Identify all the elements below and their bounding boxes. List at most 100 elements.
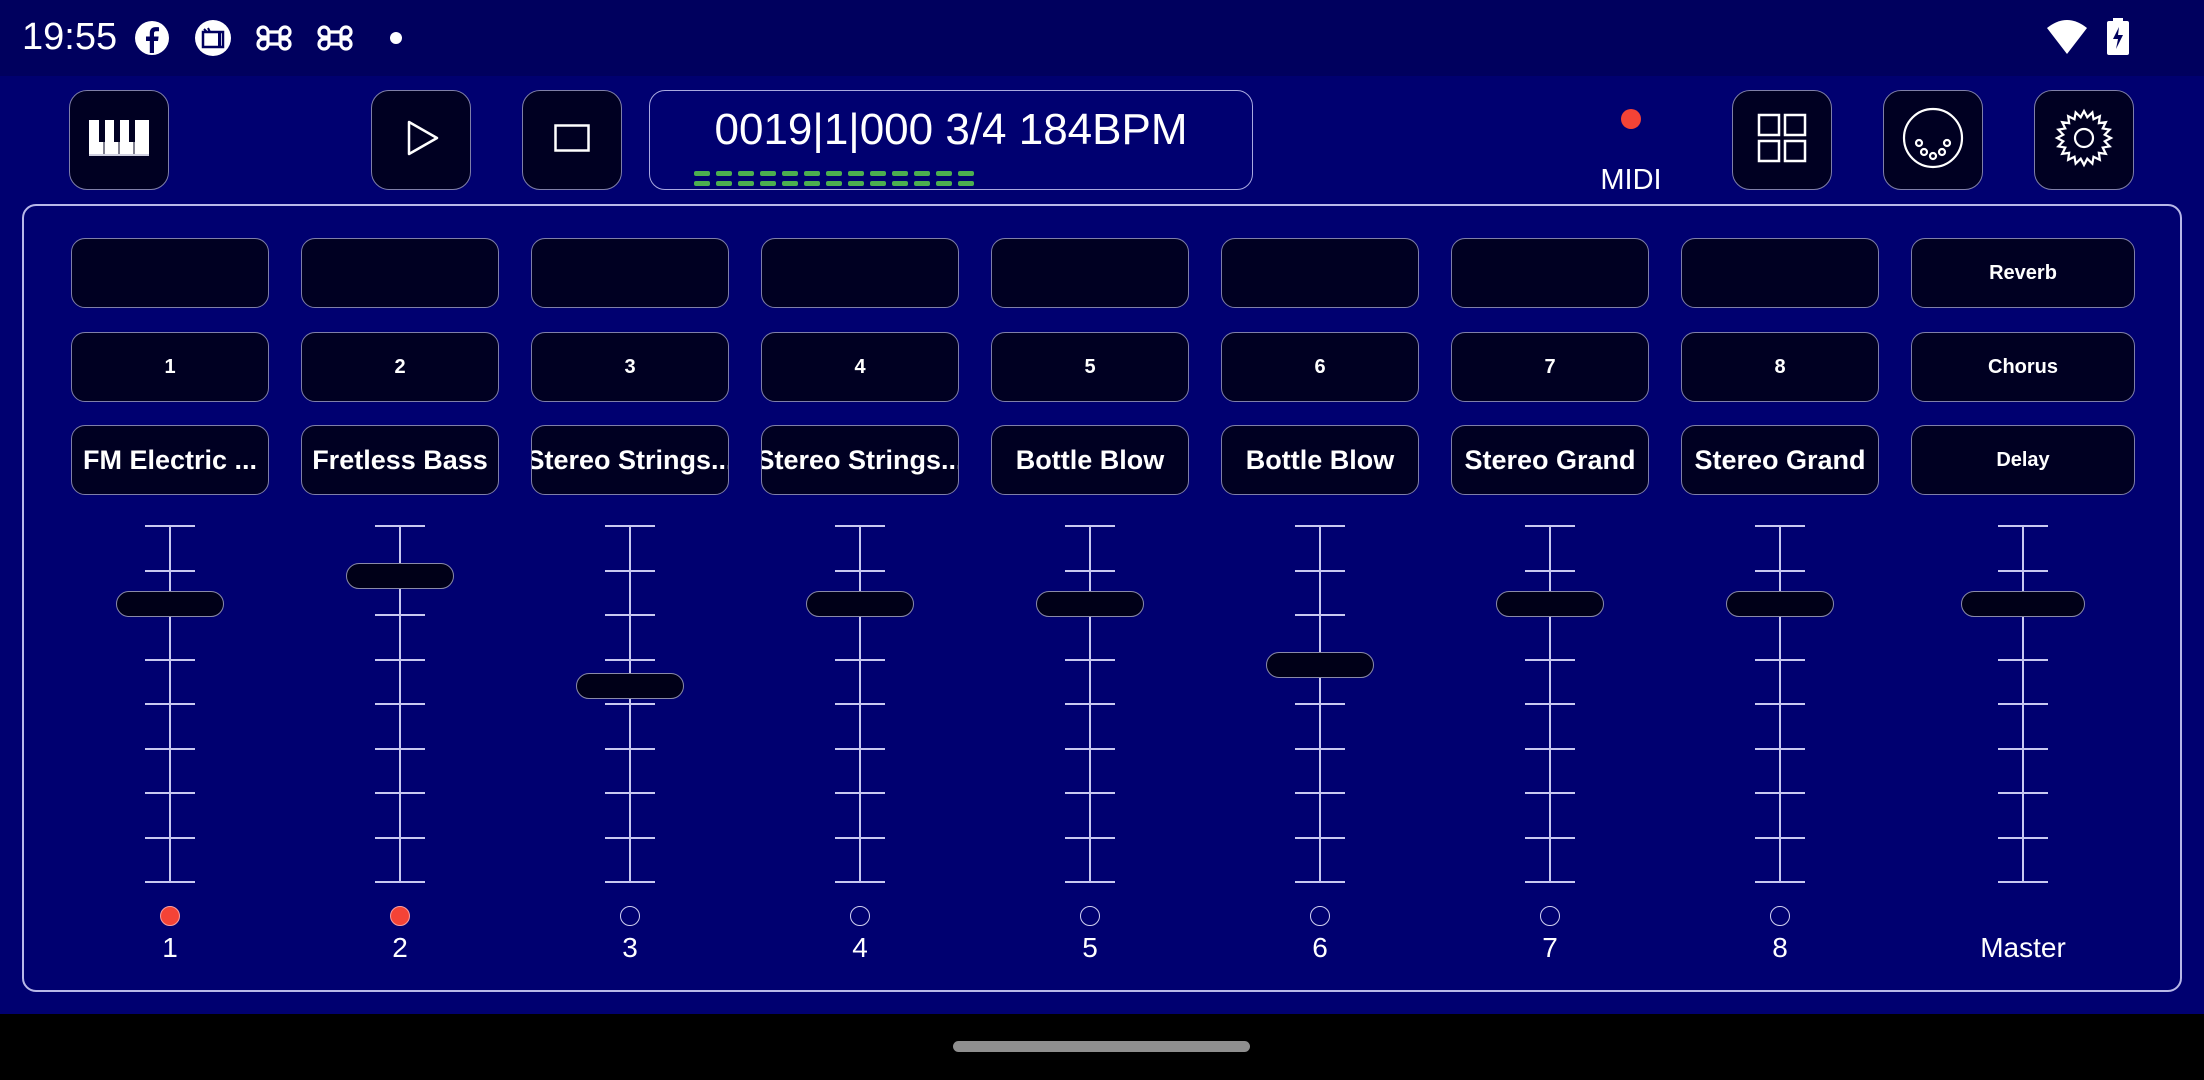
channel-slot-button[interactable]: [301, 238, 499, 308]
record-arm-toggle[interactable]: [390, 906, 410, 926]
fader-knob[interactable]: [806, 591, 914, 618]
fader-tick: [835, 569, 885, 572]
fader-tick: [1525, 792, 1575, 794]
tv-app-icon: [193, 18, 233, 58]
channel-number-button[interactable]: 1: [71, 332, 269, 402]
channel-number-button[interactable]: 7: [1451, 332, 1649, 402]
fader-tick: [605, 525, 655, 527]
fader-tick: [1065, 881, 1115, 883]
channel-strip: 5 Bottle Blow 5: [991, 206, 1189, 994]
settings-button[interactable]: [2034, 90, 2134, 190]
fader-knob[interactable]: [1036, 591, 1144, 618]
beat-indicator-segment: [870, 181, 886, 186]
instrument-button[interactable]: Bottle Blow: [991, 425, 1189, 495]
master-label: Master: [1980, 932, 2066, 963]
channel-number-button[interactable]: 4: [761, 332, 959, 402]
record-arm-toggle[interactable]: [620, 906, 640, 926]
beat-indicator-segment: [892, 171, 908, 176]
fader-knob[interactable]: [576, 673, 684, 700]
channel-fader[interactable]: [301, 525, 499, 886]
effect-button-reverb[interactable]: Reverb: [1911, 238, 2135, 308]
channel-fader[interactable]: [71, 525, 269, 886]
fader-tick: [605, 614, 655, 616]
fader-knob[interactable]: [1266, 651, 1374, 678]
record-arm-toggle[interactable]: [850, 906, 870, 926]
channel-fader[interactable]: [1221, 525, 1419, 886]
stop-button[interactable]: [522, 90, 622, 190]
record-arm-toggle[interactable]: [1770, 906, 1790, 926]
play-button[interactable]: [371, 90, 471, 190]
beat-indicator-segment: [958, 171, 974, 176]
channel-strip: 1 FM Electric ... 1: [71, 206, 269, 994]
beat-indicator-segment: [716, 181, 732, 186]
channel-fader[interactable]: [991, 525, 1189, 886]
effect-button-chorus[interactable]: Chorus: [1911, 332, 2135, 402]
instrument-button[interactable]: Stereo Strings...: [531, 425, 729, 495]
fader-knob[interactable]: [1496, 591, 1604, 618]
instrument-button[interactable]: FM Electric ...: [71, 425, 269, 495]
keyboard-button[interactable]: [69, 90, 169, 190]
channel-fader[interactable]: [531, 525, 729, 886]
piano-keys-icon: [89, 119, 149, 161]
command-icon: [254, 18, 294, 58]
fader-knob[interactable]: [346, 562, 454, 589]
channel-fader[interactable]: [1451, 525, 1649, 886]
channel-slot-button[interactable]: [991, 238, 1189, 308]
pads-button[interactable]: [1732, 90, 1832, 190]
instrument-button[interactable]: Stereo Grand: [1451, 425, 1649, 495]
fader-tick: [1755, 569, 1805, 572]
effect-button-delay[interactable]: Delay: [1911, 425, 2135, 495]
beat-indicator-segment: [804, 171, 820, 176]
channel-fader[interactable]: [1681, 525, 1879, 886]
navigation-bar: [0, 1014, 2204, 1080]
instrument-button[interactable]: Bottle Blow: [1221, 425, 1419, 495]
channel-number-button[interactable]: 5: [991, 332, 1189, 402]
fader-tick: [1755, 881, 1805, 883]
fader-tick: [835, 792, 885, 794]
channel-slot-button[interactable]: [1221, 238, 1419, 308]
channel-number-button[interactable]: 2: [301, 332, 499, 402]
channel-slot-button[interactable]: [1451, 238, 1649, 308]
channel-slot-button[interactable]: [1681, 238, 1879, 308]
channel-slot-button[interactable]: [761, 238, 959, 308]
fader-tick: [375, 525, 425, 527]
midi-port-button[interactable]: [1883, 90, 1983, 190]
fader-tick: [375, 614, 425, 616]
beat-indicator-segment: [936, 171, 952, 176]
channel-slot-button[interactable]: [71, 238, 269, 308]
channel-number-button[interactable]: 3: [531, 332, 729, 402]
fader-tick: [1525, 525, 1575, 527]
fader-knob[interactable]: [116, 591, 224, 618]
instrument-button[interactable]: Fretless Bass: [301, 425, 499, 495]
fader-tick: [1295, 569, 1345, 572]
fader-tick: [1998, 658, 2048, 661]
fader-tick: [375, 747, 425, 750]
master-fader[interactable]: [1911, 525, 2135, 886]
instrument-button[interactable]: Stereo Strings...: [761, 425, 959, 495]
fader-tick: [1295, 614, 1345, 616]
fader-tick: [375, 881, 425, 883]
wifi-icon: [2046, 18, 2088, 63]
channel-slot-button[interactable]: [531, 238, 729, 308]
channel-strip: 3 Stereo Strings... 3: [531, 206, 729, 994]
fader-knob[interactable]: [1726, 591, 1834, 618]
instrument-button[interactable]: Stereo Grand: [1681, 425, 1879, 495]
fader-tick: [375, 792, 425, 794]
record-arm-toggle[interactable]: [1540, 906, 1560, 926]
channel-number-button[interactable]: 6: [1221, 332, 1419, 402]
beat-indicator-segment: [760, 171, 776, 176]
fader-knob[interactable]: [1961, 591, 2085, 618]
fader-tick: [145, 658, 195, 661]
fader-tick: [1525, 569, 1575, 572]
channel-label: 2: [392, 932, 408, 963]
record-arm-toggle[interactable]: [1310, 906, 1330, 926]
transport-display[interactable]: 0019|1|000 3/4 184BPM: [649, 90, 1253, 190]
fader-tick: [1065, 703, 1115, 705]
record-arm-toggle[interactable]: [1080, 906, 1100, 926]
channel-number-button[interactable]: 8: [1681, 332, 1879, 402]
beat-indicator-segment: [826, 181, 842, 186]
fader-tick: [1525, 881, 1575, 883]
record-arm-toggle[interactable]: [160, 906, 180, 926]
home-gesture-handle[interactable]: [953, 1041, 1250, 1052]
channel-fader[interactable]: [761, 525, 959, 886]
